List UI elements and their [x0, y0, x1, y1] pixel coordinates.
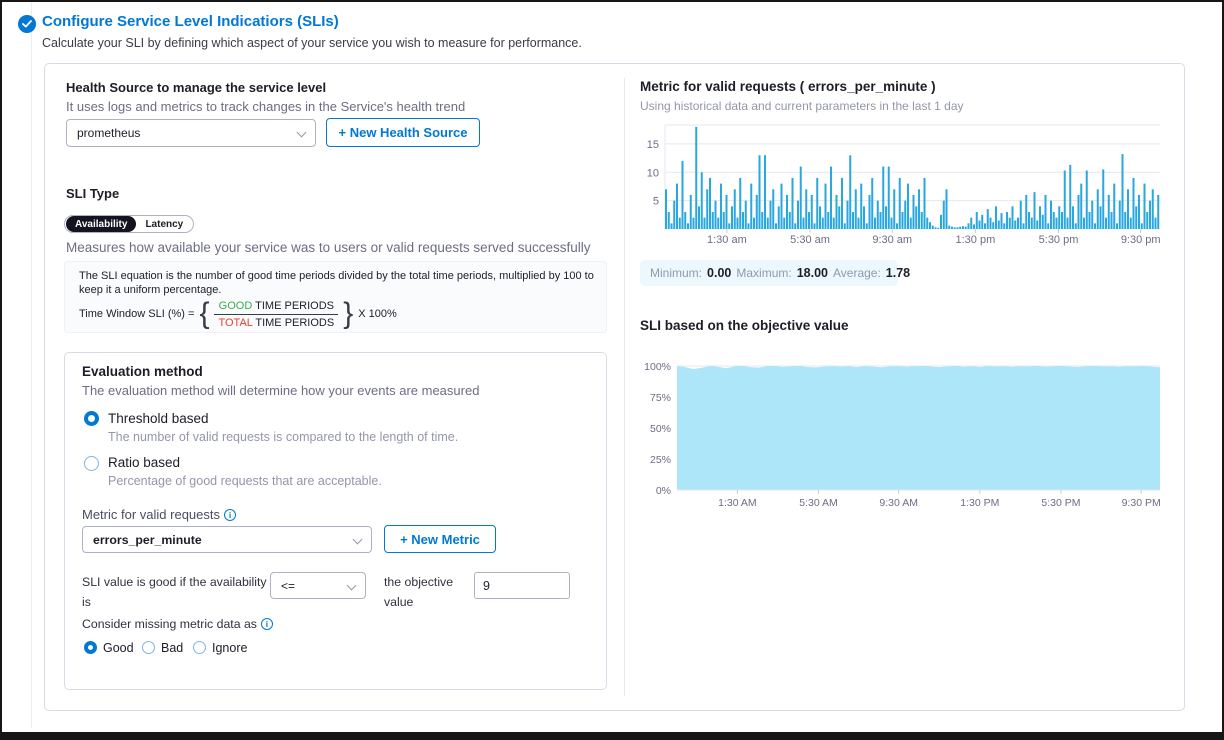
threshold-based-radio[interactable] — [84, 411, 99, 426]
new-health-source-button[interactable]: + New Health Source — [326, 118, 480, 147]
new-metric-button[interactable]: + New Metric — [384, 525, 496, 553]
svg-text:9:30 PM: 9:30 PM — [1122, 497, 1161, 509]
sli-type-option-latency[interactable]: Latency — [136, 216, 192, 232]
svg-text:10: 10 — [647, 167, 659, 179]
missing-data-label: Consider missing metric data as i — [82, 614, 273, 634]
svg-text:1:30 pm: 1:30 pm — [955, 234, 995, 246]
ratio-based-description: Percentage of good requests that are acc… — [108, 474, 382, 488]
equation-text-line1: The SLI equation is the number of good t… — [79, 270, 594, 282]
chevron-down-icon — [347, 581, 357, 591]
equation-fraction: GOOD TIME PERIODS TOTAL TIME PERIODS — [214, 300, 338, 329]
missing-data-ignore-label: Ignore — [212, 641, 247, 655]
info-icon[interactable]: i — [261, 618, 273, 630]
sli-type-toggle: Availability Latency — [64, 215, 194, 233]
denominator-rest: TIME PERIODS — [253, 317, 335, 329]
avg-label: Average: — [833, 266, 881, 280]
min-label: Minimum: — [650, 266, 702, 280]
missing-data-ignore-radio[interactable] — [193, 641, 206, 654]
missing-data-good-radio[interactable] — [84, 641, 97, 654]
max-value: 18.00 — [797, 266, 828, 280]
sli-type-option-availability[interactable]: Availability — [66, 216, 136, 232]
sli-condition-middle: the objective value — [384, 572, 468, 612]
svg-text:100%: 100% — [644, 361, 671, 373]
page-title: Configure Service Level Indicatiors (SLI… — [42, 13, 339, 30]
max-label: Maximum: — [736, 266, 791, 280]
evaluation-method-subheading: The evaluation method will determine how… — [82, 383, 479, 398]
chevron-down-icon — [297, 128, 307, 138]
svg-text:1:30 AM: 1:30 AM — [718, 497, 757, 509]
close-brace: } — [343, 299, 353, 329]
min-value: 0.00 — [707, 266, 731, 280]
svg-text:0%: 0% — [656, 485, 671, 497]
stepper-connector-line — [31, 2, 32, 728]
svg-text:1:30 PM: 1:30 PM — [960, 497, 999, 509]
sli-type-heading: SLI Type — [66, 186, 119, 201]
health-source-heading: Health Source to manage the service leve… — [66, 80, 326, 95]
sli-area-chart: 0% 25% 50% 75% 100% 1:30 AM 5:30 AM 9:30 AM 1:30… — [636, 352, 1166, 514]
equation-prefix: Time Window SLI (%) = — [79, 308, 194, 320]
evaluation-method-heading: Evaluation method — [82, 364, 203, 379]
numerator-rest: TIME PERIODS — [252, 300, 334, 312]
avg-value: 1.78 — [886, 266, 910, 280]
svg-text:9:30 pm: 9:30 pm — [1121, 234, 1161, 246]
page-subtitle: Calculate your SLI by defining which asp… — [42, 36, 582, 50]
good-time-periods-label: GOOD — [219, 300, 253, 312]
svg-text:9:30 AM: 9:30 AM — [879, 497, 918, 509]
svg-text:25%: 25% — [650, 454, 671, 466]
ratio-based-label: Ratio based — [108, 455, 180, 470]
step-complete-check-icon — [18, 15, 36, 33]
equation-suffix: X 100% — [358, 308, 397, 320]
sli-equation-box: The SLI equation is the number of good t… — [64, 261, 607, 333]
ratio-based-radio[interactable] — [84, 456, 99, 471]
health-source-select[interactable]: prometheus — [66, 119, 316, 147]
equation-formula: Time Window SLI (%) = { GOOD TIME PERIOD… — [79, 298, 397, 330]
threshold-based-description: The number of valid requests is compared… — [108, 430, 458, 444]
sli-chart-title: SLI based on the objective value — [640, 318, 849, 333]
svg-text:5:30 pm: 5:30 pm — [1039, 234, 1079, 246]
metric-chart-subtitle: Using historical data and current parame… — [640, 99, 964, 113]
svg-text:5: 5 — [653, 196, 659, 208]
metric-valid-requests-text: Metric for valid requests — [82, 507, 220, 522]
metric-select-value: errors_per_minute — [93, 533, 202, 547]
svg-text:15: 15 — [647, 139, 659, 151]
info-icon[interactable]: i — [224, 509, 236, 521]
metric-valid-requests-label: Metric for valid requests i — [82, 507, 236, 522]
objective-value-input[interactable] — [474, 572, 570, 599]
open-brace: { — [199, 299, 209, 329]
svg-text:1:30 am: 1:30 am — [707, 234, 747, 246]
sli-type-description: Measures how available your service was … — [66, 240, 590, 255]
operator-select-value: <= — [281, 579, 295, 593]
missing-data-text: Consider missing metric data as — [82, 617, 257, 631]
svg-text:75%: 75% — [650, 392, 671, 404]
sli-configuration-page: Configure Service Level Indicatiors (SLI… — [0, 0, 1224, 740]
metric-chart-title: Metric for valid requests ( errors_per_m… — [640, 79, 936, 94]
missing-data-bad-label: Bad — [161, 641, 183, 655]
svg-text:5:30 AM: 5:30 AM — [799, 497, 838, 509]
health-source-select-value: prometheus — [77, 126, 140, 140]
sli-condition-prefix: SLI value is good if the availability is — [82, 572, 274, 612]
operator-select[interactable]: <= — [270, 572, 366, 599]
equation-text-line2: keep it a uniform percentage. — [79, 284, 221, 296]
missing-data-bad-radio[interactable] — [142, 641, 155, 654]
svg-text:50%: 50% — [650, 423, 671, 435]
threshold-based-label: Threshold based — [108, 411, 209, 426]
health-source-subheading: It uses logs and metrics to track change… — [66, 99, 465, 114]
svg-text:5:30 am: 5:30 am — [790, 234, 830, 246]
svg-text:5:30 PM: 5:30 PM — [1041, 497, 1080, 509]
metric-stats-badge: Minimum: 0.00 Maximum: 18.00 Average: 1.… — [640, 260, 898, 286]
metric-select[interactable]: errors_per_minute — [82, 526, 372, 553]
chevron-down-icon — [353, 535, 363, 545]
total-time-periods-label: TOTAL — [218, 317, 252, 329]
column-divider — [624, 78, 625, 696]
svg-text:9:30 am: 9:30 am — [872, 234, 912, 246]
metric-bar-chart: 5 10 15 1:30 am 5:30 am 9:30 am 1:30 pm 5:30 pm… — [636, 120, 1166, 246]
missing-data-good-label: Good — [103, 641, 134, 655]
